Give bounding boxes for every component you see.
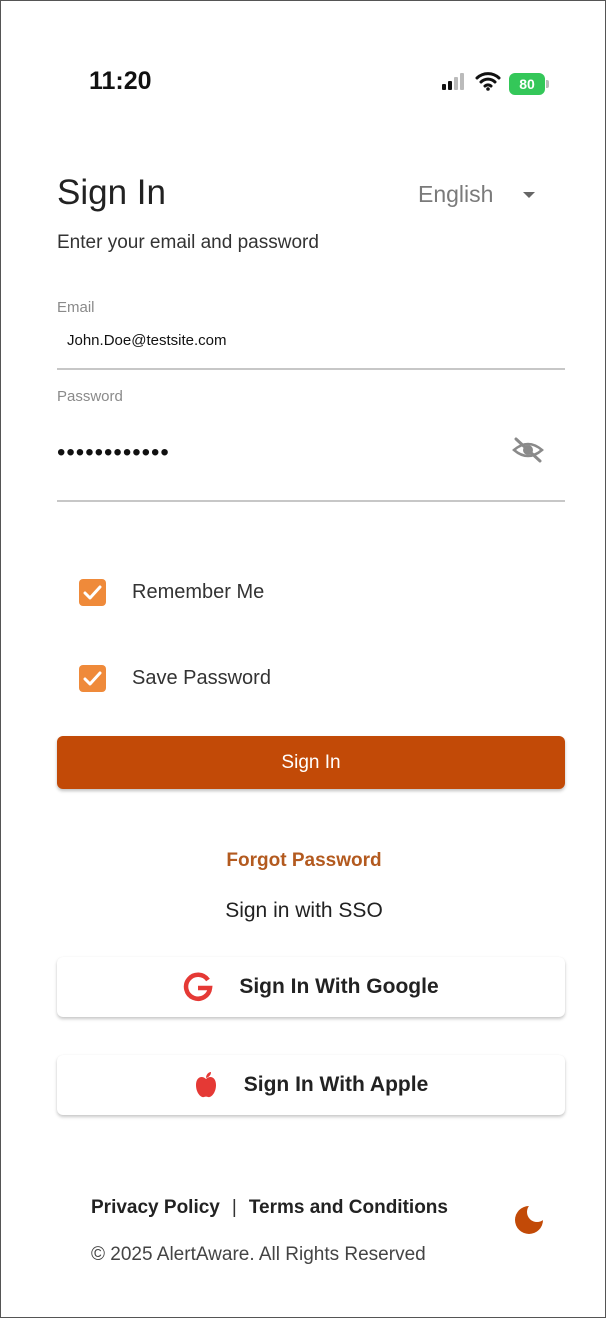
footer-links: Privacy Policy | Terms and Conditions — [91, 1197, 448, 1219]
password-field[interactable]: •••••••••••• — [57, 439, 170, 467]
eye-off-icon — [512, 437, 544, 463]
password-label: Password — [57, 388, 123, 405]
page-title: Sign In — [57, 173, 166, 212]
status-icons: 80 — [441, 71, 549, 96]
remember-me-checkbox[interactable] — [79, 579, 106, 606]
checkmark-icon — [83, 585, 102, 600]
save-password-checkbox[interactable] — [79, 665, 106, 692]
signal-icon — [441, 72, 467, 95]
email-underline — [57, 368, 565, 370]
privacy-policy-link[interactable]: Privacy Policy — [91, 1197, 220, 1219]
forgot-password-link[interactable]: Forgot Password — [1, 850, 606, 872]
chevron-down-icon — [523, 191, 536, 198]
password-underline — [57, 500, 565, 502]
apple-button-label: Sign In With Apple — [243, 1073, 429, 1096]
phone-screen: 11:20 80 Sign In English Enter your emai… — [0, 0, 606, 1318]
google-button-label: Sign In With Google — [239, 975, 439, 998]
footer-separator: | — [231, 1197, 237, 1218]
remember-me-row[interactable]: Remember Me — [79, 579, 264, 606]
wifi-icon — [475, 71, 501, 96]
save-password-row[interactable]: Save Password — [79, 665, 271, 692]
save-password-label: Save Password — [132, 667, 271, 689]
moon-icon — [515, 1202, 547, 1234]
language-value: English — [418, 181, 494, 207]
theme-toggle-button[interactable] — [512, 1202, 547, 1237]
battery-icon: 80 — [509, 72, 549, 95]
remember-me-label: Remember Me — [132, 581, 265, 603]
terms-link[interactable]: Terms and Conditions — [249, 1197, 448, 1219]
email-label: Email — [57, 299, 95, 316]
copyright-text: © 2025 AlertAware. All Rights Reserved — [91, 1244, 426, 1265]
status-time: 11:20 — [89, 67, 152, 95]
google-icon — [184, 972, 213, 1001]
sign-in-apple-button[interactable]: Sign In With Apple — [57, 1055, 565, 1115]
sign-in-button[interactable]: Sign In — [57, 736, 565, 789]
checkmark-icon — [83, 671, 102, 686]
page-subtitle: Enter your email and password — [57, 232, 319, 253]
apple-icon — [195, 1072, 216, 1098]
email-field[interactable]: John.Doe@testsite.com — [67, 332, 226, 349]
toggle-password-visibility[interactable] — [511, 435, 545, 465]
sso-heading: Sign in with SSO — [225, 899, 383, 922]
language-select[interactable]: English — [418, 181, 536, 208]
sign-in-google-button[interactable]: Sign In With Google — [57, 957, 565, 1017]
battery-level: 80 — [519, 75, 535, 92]
